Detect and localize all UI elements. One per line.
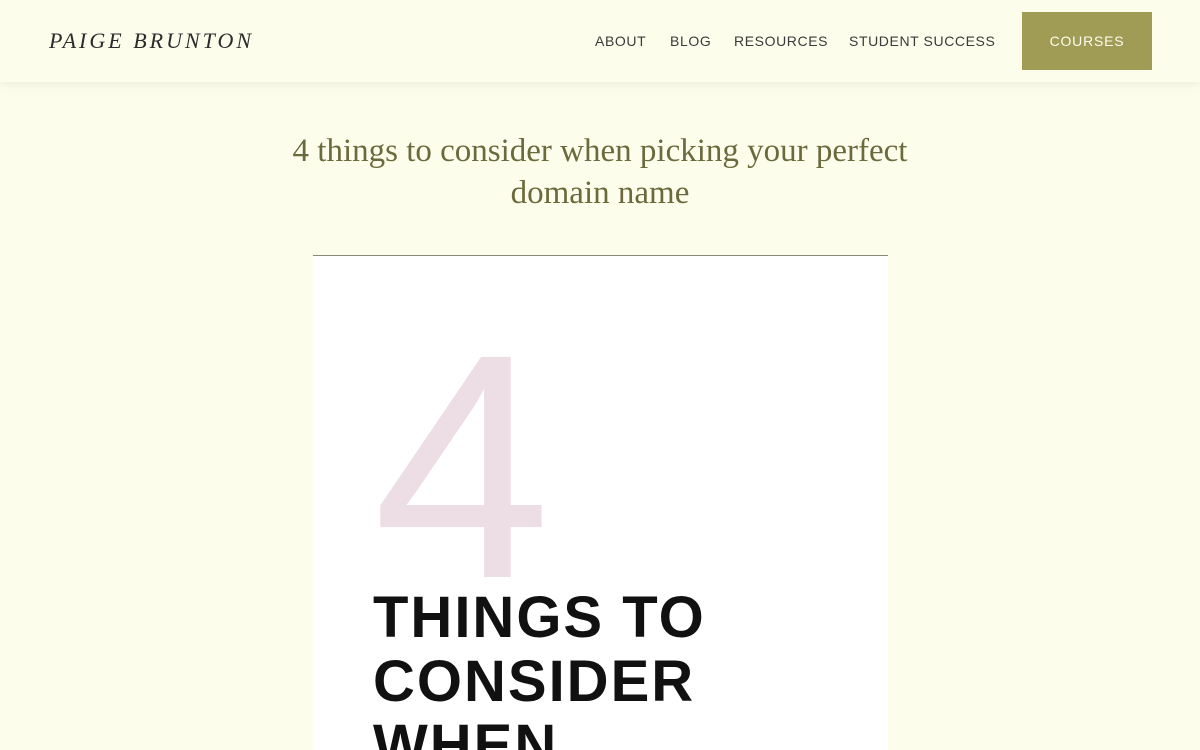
post-title: 4 things to consider when picking your p… xyxy=(292,133,908,211)
featured-image-heading-line: THINGS TO xyxy=(373,585,706,650)
nav-item-about[interactable]: ABOUT xyxy=(595,32,646,50)
site-header: PAIGE BRUNTON ABOUT BLOG RESOURCES STUDE… xyxy=(0,0,1200,82)
courses-button-label: COURSES xyxy=(1049,33,1125,49)
featured-image: 4 THINGS TO CONSIDER WHEN xyxy=(313,256,888,750)
courses-button[interactable]: COURSES xyxy=(1022,12,1152,70)
site-logo[interactable]: PAIGE BRUNTON xyxy=(49,27,254,55)
nav-item-student-success[interactable]: STUDENT SUCCESS xyxy=(849,32,995,50)
nav-item-blog[interactable]: BLOG xyxy=(670,32,711,50)
featured-image-heading: THINGS TO CONSIDER WHEN xyxy=(373,586,853,750)
featured-image-heading-line: CONSIDER xyxy=(373,649,696,714)
featured-image-number: 4 xyxy=(373,287,551,645)
featured-image-heading-line: WHEN xyxy=(373,713,559,750)
nav-item-resources[interactable]: RESOURCES xyxy=(734,32,828,50)
